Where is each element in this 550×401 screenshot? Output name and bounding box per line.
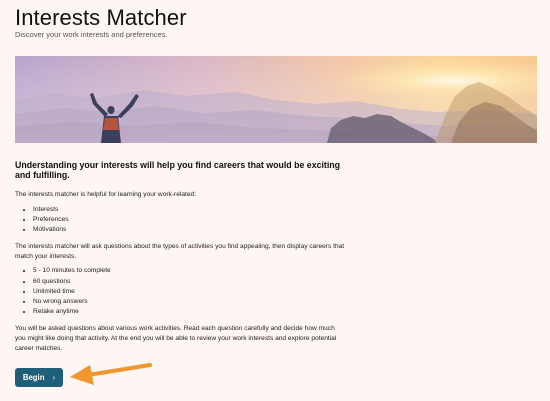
list-item: 5 - 10 minutes to complete: [33, 266, 345, 276]
list-item: Motivations: [33, 225, 345, 235]
list-item: Preferences: [33, 215, 345, 225]
annotation-arrow-icon: [70, 363, 152, 385]
intro-list: Interests Preferences Motivations: [15, 205, 345, 236]
lead-text: Understanding your interests will help y…: [15, 160, 341, 180]
intro-text: The interests matcher is helpful for lea…: [15, 191, 197, 198]
list-item: Interests: [33, 205, 345, 215]
list-item: 60 questions: [33, 277, 345, 287]
begin-button[interactable]: Begin ›: [15, 368, 63, 387]
list-item: Unlimited time: [33, 287, 345, 297]
features-list: 5 - 10 minutes to complete 60 questions …: [15, 266, 345, 317]
intro-content: Understanding your interests will help y…: [15, 160, 345, 353]
page-title: Interests Matcher: [15, 5, 187, 30]
hero-image: [15, 56, 537, 143]
list-item: Retake anytime: [33, 307, 345, 317]
list-item: No wrong answers: [33, 297, 345, 307]
begin-button-label: Begin: [22, 373, 45, 382]
closing-text: You will be asked questions about variou…: [15, 325, 337, 352]
chevron-right-icon: ›: [52, 372, 56, 382]
description-text: The interests matcher will ask questions…: [15, 243, 345, 260]
page: Interests Matcher Discover your work int…: [0, 0, 550, 401]
page-subtitle: Discover your work interests and prefere…: [15, 30, 168, 39]
